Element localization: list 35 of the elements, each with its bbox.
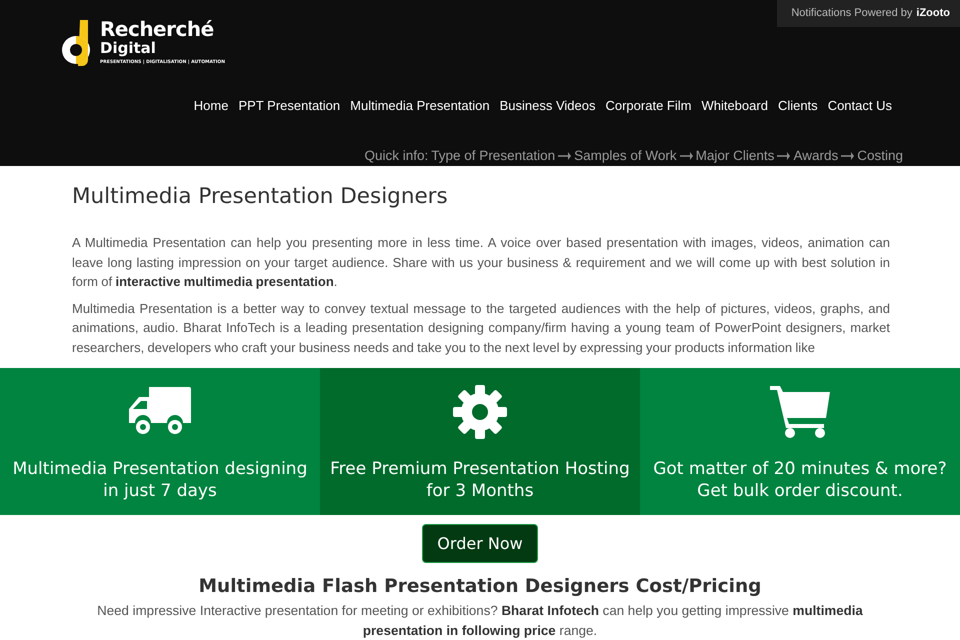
cart-icon bbox=[770, 386, 830, 438]
brand-text: iZooto bbox=[916, 7, 950, 19]
order-now-button[interactable]: Order Now bbox=[422, 524, 538, 563]
nav-link[interactable]: Contact Us bbox=[828, 98, 892, 113]
nav-link[interactable]: Corporate Film bbox=[605, 98, 692, 113]
arrow-icon bbox=[680, 152, 693, 160]
nav-link[interactable]: Whiteboard bbox=[701, 98, 768, 113]
arrow-icon bbox=[777, 152, 790, 160]
arrow-icon bbox=[558, 152, 572, 160]
quick-info-link[interactable]: Costing bbox=[857, 148, 903, 163]
nav-link[interactable]: Home bbox=[194, 98, 228, 113]
nav-link[interactable]: Multimedia Presentation bbox=[350, 98, 490, 113]
body-paragraph: A Multimedia Presentation can help you presenting more in less time. A voice over based presentation with images, videos, animation can leave long lasting impression on your target audience. Share with us your business & requirement and we will come up with best solution in form of interactive multimedia presentation. bbox=[72, 234, 890, 291]
body-paragraph: Multimedia Presentation is a better way to convey textual message to the targeted audiences with the help of pictures, videos, graphs, and animations, audio. Bharat InfoTech is a leading presentation designing company/firm having a young team of PowerPoint designers, market researchers, developers who craft your business needs and take you to the next level by expressing your products information like bbox=[72, 300, 890, 357]
feature-text: Free Premium Presentation Hosting for 3 Months bbox=[330, 458, 630, 502]
nav-link[interactable]: Clients bbox=[778, 98, 818, 113]
quick-info-link[interactable]: Major Clients bbox=[696, 148, 774, 163]
pricing-paragraph: Need impressive Interactive presentation for meeting or exhibitions? Bharat Infotech can help you getting impressive multimedia presentation in following price range. bbox=[96, 602, 864, 640]
logo-name: Recherché bbox=[100, 18, 215, 40]
quick-info-link[interactable]: Awards bbox=[793, 148, 838, 163]
quick-info-link[interactable]: Type of Presentation bbox=[431, 148, 556, 163]
truck-icon bbox=[129, 387, 191, 437]
arrow-icon bbox=[841, 152, 854, 160]
nav-link[interactable]: Business Videos bbox=[500, 98, 596, 113]
feature-text: Got matter of 20 minutes & more? Get bulk order discount. bbox=[652, 458, 948, 502]
quick-info-link[interactable]: Samples of Work bbox=[574, 148, 677, 163]
notification-text: Notifications Powered by bbox=[791, 7, 912, 19]
feature-text: Multimedia Presentation designing in just 7 days bbox=[12, 458, 308, 502]
page-title: Multimedia Presentation Designers bbox=[72, 184, 449, 209]
settings-icon bbox=[452, 384, 508, 440]
pricing-heading: Multimedia Flash Presentation Designers Cost/Pricing bbox=[198, 576, 762, 597]
logo-subtitle: Digital bbox=[100, 40, 157, 56]
quick-info-label: Quick info: bbox=[364, 148, 428, 163]
notification-badge[interactable]: Notifications Powered by iZooto bbox=[777, 0, 960, 27]
nav-link[interactable]: PPT Presentation bbox=[238, 98, 340, 113]
